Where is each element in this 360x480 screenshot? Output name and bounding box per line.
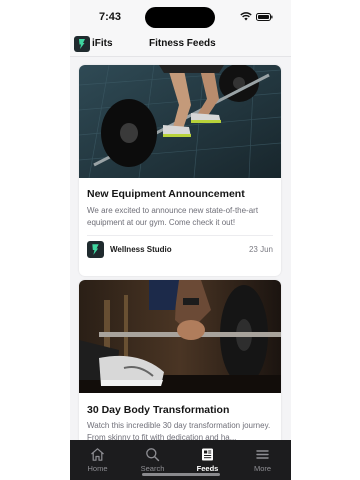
tab-label: Feeds <box>196 464 219 473</box>
author-avatar <box>87 241 104 258</box>
search-icon <box>145 447 160 462</box>
status-icons <box>240 12 273 21</box>
home-indicator[interactable] <box>142 473 220 476</box>
tab-label: Search <box>140 464 165 473</box>
status-bar: 7:43 <box>70 0 291 32</box>
tab-label: Home <box>87 464 108 473</box>
post-date: 23 Jun <box>248 245 273 254</box>
tab-bar: Home Search Feeds More <box>70 440 291 480</box>
dynamic-island <box>145 7 215 28</box>
deadlift-barbell-photo <box>79 65 281 178</box>
card-divider <box>87 235 273 236</box>
post-title: New Equipment Announcement <box>87 188 245 200</box>
ifits-logo-icon[interactable] <box>74 36 90 52</box>
post-description: We are excited to announce new state-of-… <box>87 206 259 227</box>
app-header: iFits Fitness Feeds <box>70 32 291 57</box>
feeds-icon <box>200 447 215 462</box>
menu-icon <box>255 447 270 462</box>
feed-list[interactable]: New Equipment Announcement We are excite… <box>70 57 291 440</box>
brand-name: iFits <box>92 38 113 49</box>
page-title: Fitness Feeds <box>149 38 216 49</box>
feed-card[interactable]: New Equipment Announcement We are excite… <box>79 65 281 276</box>
home-icon <box>90 447 105 462</box>
tab-home[interactable]: Home <box>70 440 125 480</box>
tab-more[interactable]: More <box>235 440 290 480</box>
feed-card[interactable]: 30 Day Body Transformation Watch this in… <box>79 280 281 440</box>
phone-screen: 7:43 iFits Fitness Feeds New Equipment A… <box>70 0 291 480</box>
wifi-icon <box>240 12 252 21</box>
status-time: 7:43 <box>99 11 122 23</box>
battery-icon <box>256 12 273 21</box>
post-title: 30 Day Body Transformation <box>87 404 230 416</box>
post-description: Watch this incredible 30 day transformat… <box>87 421 271 440</box>
author-name: Wellness Studio <box>110 245 172 254</box>
barbell-grip-photo <box>79 280 281 393</box>
tab-label: More <box>253 464 272 473</box>
author-row[interactable]: Wellness Studio 23 Jun <box>87 240 273 260</box>
